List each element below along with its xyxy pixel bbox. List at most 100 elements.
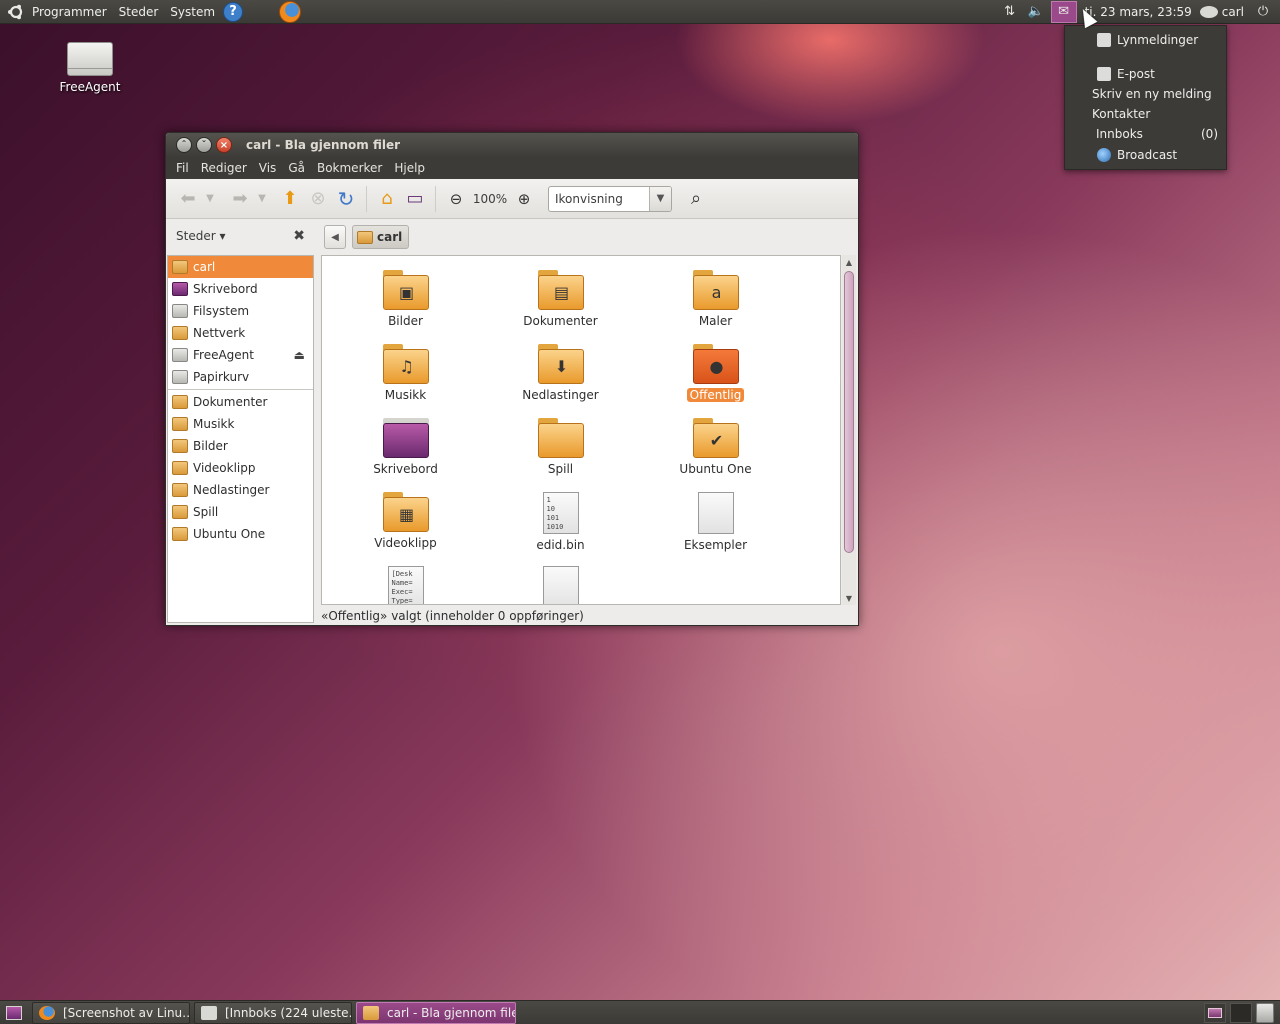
- folder-icon: [172, 505, 188, 519]
- search-icon[interactable]: ⌕: [682, 185, 710, 213]
- taskbar-item-mail[interactable]: [Innboks (224 uleste…: [194, 1001, 352, 1024]
- network-icon[interactable]: ⇅: [999, 1, 1021, 23]
- zoom-level[interactable]: 100%: [470, 192, 510, 206]
- menu-steder[interactable]: Steder: [113, 0, 165, 24]
- sidebar-item-nettverk[interactable]: Nettverk: [168, 322, 313, 344]
- file-view[interactable]: ▣ Bilder ▤ Dokumenter a Maler ♫ Musikk ⬇ Nedlasti…: [321, 255, 841, 605]
- path-back-icon[interactable]: ◀: [324, 225, 346, 249]
- stop-icon[interactable]: ⊗: [304, 185, 332, 213]
- menu-ga[interactable]: Gå: [282, 161, 311, 175]
- sidebar-item-filsystem[interactable]: Filsystem: [168, 300, 313, 322]
- user-menu[interactable]: carl: [1198, 5, 1250, 19]
- computer-icon[interactable]: ▭: [401, 185, 429, 213]
- file-item[interactable]: Spill: [483, 418, 638, 478]
- forward-icon[interactable]: ➡: [226, 185, 254, 213]
- path-button-carl[interactable]: carl: [352, 225, 410, 249]
- sidebar-item-label: Nedlastinger: [193, 483, 270, 497]
- sidebar-item-dokumenter[interactable]: Dokumenter: [168, 391, 313, 413]
- vertical-scrollbar[interactable]: ▲ ▼: [842, 255, 856, 605]
- menu-item-skriv-melding[interactable]: Skriv en ny melding: [1065, 84, 1228, 104]
- titlebar[interactable]: ˆ ˇ × carl - Bla gjennom filer: [166, 133, 858, 157]
- sidebar-item-nedlastinger[interactable]: Nedlastinger: [168, 479, 313, 501]
- reload-icon[interactable]: ↻: [332, 185, 360, 213]
- file-item[interactable]: Skrivebord: [328, 418, 483, 478]
- file-item[interactable]: 1 10 101 1010 edid.bin: [483, 492, 638, 552]
- menu-item-epost[interactable]: E-post: [1065, 64, 1228, 84]
- back-history-icon[interactable]: ▼: [202, 185, 218, 213]
- scroll-down-icon[interactable]: ▼: [842, 591, 856, 605]
- menu-bokmerker[interactable]: Bokmerker: [311, 161, 388, 175]
- view-mode-select[interactable]: Ikonvisning ▼: [548, 185, 672, 212]
- sidebar-item-label: carl: [193, 260, 216, 274]
- menu-item-kontakter[interactable]: Kontakter: [1065, 104, 1228, 124]
- menu-rediger[interactable]: Rediger: [195, 161, 253, 175]
- firefox-launcher-icon[interactable]: [279, 0, 302, 23]
- scrollbar-thumb[interactable]: [844, 271, 854, 553]
- folder-icon: ⬇: [537, 344, 584, 384]
- clock[interactable]: ti. 23 mars, 23:59: [1079, 5, 1198, 19]
- sidebar-item-videoklipp[interactable]: Videoklipp: [168, 457, 313, 479]
- volume-icon[interactable]: 🔈: [1025, 1, 1047, 23]
- minimize-button[interactable]: ˆ: [176, 137, 192, 153]
- zoom-in-icon[interactable]: ⊕: [510, 185, 538, 213]
- back-icon[interactable]: ⬅: [174, 185, 202, 213]
- file-item[interactable]: [Desk Name= Exec= Type=: [328, 566, 483, 604]
- file-item[interactable]: [483, 566, 638, 604]
- file-item[interactable]: a Maler: [638, 270, 793, 330]
- scroll-up-icon[interactable]: ▲: [842, 255, 856, 269]
- show-desktop-icon[interactable]: [6, 1005, 22, 1020]
- menu-item-label: E-post: [1117, 67, 1155, 81]
- sidebar-item-papirkurv[interactable]: Papirkurv: [168, 366, 313, 388]
- menu-fil[interactable]: Fil: [170, 161, 195, 175]
- path-label: carl: [377, 230, 403, 244]
- inbox-count: (0): [1201, 127, 1218, 141]
- close-button[interactable]: ×: [216, 137, 232, 153]
- file-item[interactable]: ✔ Ubuntu One: [638, 418, 793, 478]
- sidebar-item-skrivebord[interactable]: Skrivebord: [168, 278, 313, 300]
- menu-system[interactable]: System: [164, 0, 221, 24]
- up-icon[interactable]: ⬆: [276, 185, 304, 213]
- taskbar-item-firefox[interactable]: [Screenshot av Linu…: [32, 1001, 190, 1024]
- menu-programmer[interactable]: Programmer: [26, 0, 113, 24]
- taskbar-item-file-browser[interactable]: carl - Bla gjennom filer: [356, 1001, 516, 1024]
- sidebar-item-freeagent[interactable]: FreeAgent ⏏: [168, 344, 313, 366]
- sidebar-item-label: Videoklipp: [193, 461, 256, 475]
- sidebar-item-carl[interactable]: carl: [168, 256, 313, 278]
- trash-icon[interactable]: [1256, 1002, 1274, 1023]
- sidebar-item-ubuntu-one[interactable]: Ubuntu One: [168, 523, 313, 545]
- desktop-icon-freeagent[interactable]: FreeAgent: [50, 42, 130, 94]
- file-item[interactable]: ▤ Dokumenter: [483, 270, 638, 330]
- menu-item-broadcast[interactable]: Broadcast: [1065, 145, 1228, 165]
- forward-history-icon[interactable]: ▼: [254, 185, 270, 213]
- help-icon[interactable]: ?: [223, 1, 244, 22]
- usb-drive-icon: [67, 42, 113, 76]
- messaging-indicator-icon[interactable]: ✉: [1050, 0, 1077, 23]
- sidebar-item-musikk[interactable]: Musikk: [168, 413, 313, 435]
- menu-item-lynmeldinger[interactable]: Lynmeldinger: [1065, 30, 1228, 50]
- menu-item-innboks[interactable]: Innboks (0): [1065, 124, 1228, 144]
- chat-icon: [1097, 33, 1111, 47]
- workspace-2[interactable]: [1230, 1002, 1252, 1023]
- maximize-button[interactable]: ˇ: [196, 137, 212, 153]
- sidebar-item-label: Nettverk: [193, 326, 246, 340]
- eject-icon[interactable]: ⏏: [294, 348, 305, 362]
- sidebar-item-spill[interactable]: Spill: [168, 501, 313, 523]
- menu-hjelp[interactable]: Hjelp: [388, 161, 431, 175]
- file-item[interactable]: ▣ Bilder: [328, 270, 483, 330]
- file-item[interactable]: Eksempler: [638, 492, 793, 552]
- workspace-1[interactable]: [1204, 1002, 1226, 1023]
- file-item[interactable]: ▦ Videoklipp: [328, 492, 483, 552]
- folder-icon: ●: [692, 344, 739, 384]
- file-label: Bilder: [388, 314, 423, 328]
- file-item[interactable]: ⬇ Nedlastinger: [483, 344, 638, 404]
- sidebar-places-dropdown[interactable]: Steder ▾: [176, 229, 225, 243]
- close-sidebar-icon[interactable]: ✖: [293, 228, 305, 244]
- menu-vis[interactable]: Vis: [253, 161, 283, 175]
- zoom-out-icon[interactable]: ⊖: [442, 185, 470, 213]
- ubuntu-logo-icon[interactable]: [6, 2, 26, 22]
- file-item[interactable]: ● Offentlig: [638, 344, 793, 404]
- sidebar-item-bilder[interactable]: Bilder: [168, 435, 313, 457]
- power-icon[interactable]: ⏻: [1252, 1, 1274, 23]
- file-item[interactable]: ♫ Musikk: [328, 344, 483, 404]
- home-icon[interactable]: ⌂: [373, 185, 401, 213]
